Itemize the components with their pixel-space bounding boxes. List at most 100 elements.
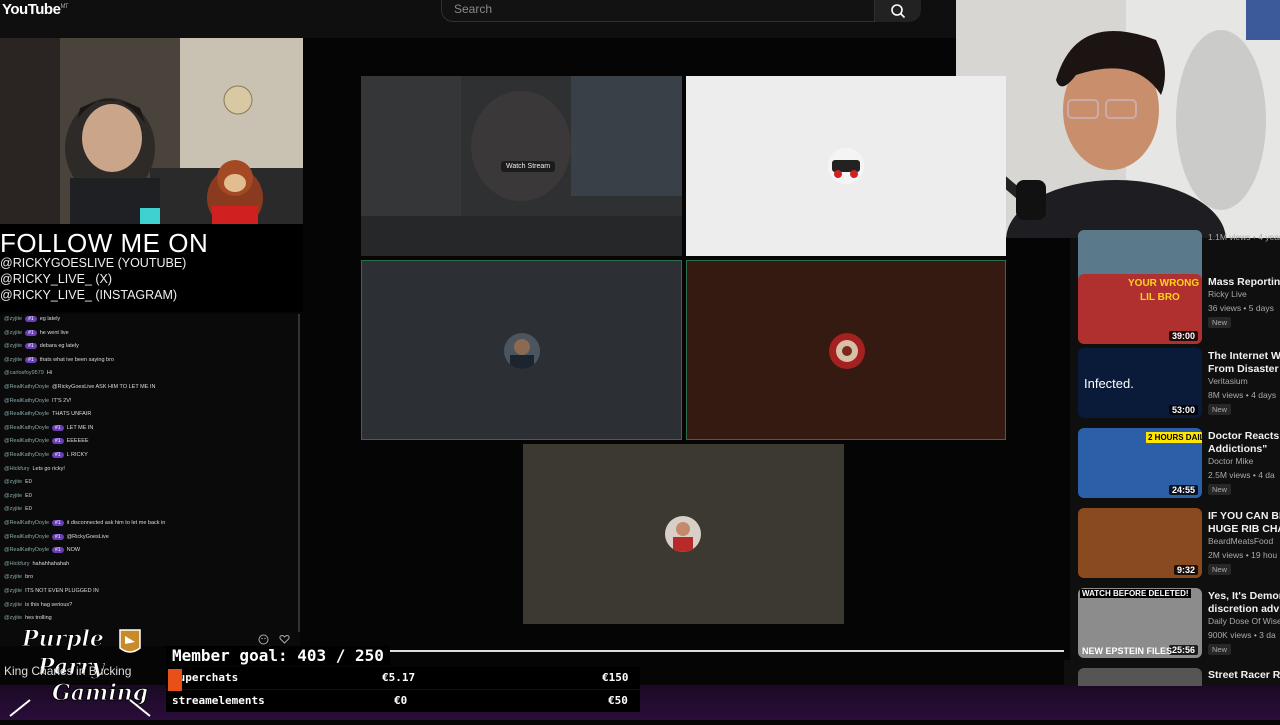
video-title[interactable]: Mass Reporting <box>1208 276 1280 289</box>
participant-avatar-2 <box>828 148 864 184</box>
streamer-webcam-left <box>0 38 303 224</box>
video-title[interactable]: HUGE RIB CHA <box>1208 523 1280 536</box>
member-goal: Member goal: 403 / 250 <box>166 646 390 665</box>
chat-text: THATS UNFAIR <box>52 411 92 418</box>
streamelements-label: streamelements <box>172 694 265 707</box>
chat-username[interactable]: @zyjite <box>4 330 22 336</box>
participant-avatar-5 <box>665 516 701 552</box>
video-duration: 9:32 <box>1173 565 1198 575</box>
member-badge: #1 <box>52 520 64 526</box>
video-thumbnail-3[interactable]: 53:00 Infected. <box>1078 348 1202 418</box>
video-duration: 53:00 <box>1168 405 1198 415</box>
chat-username[interactable]: @RealKathyDoyle <box>4 452 49 458</box>
watch-stream-label[interactable]: Watch Stream <box>501 161 556 172</box>
chat-username[interactable]: @carlosfoy9579 <box>4 370 44 376</box>
sidebar-last-item[interactable]: Street Racer Re <box>1064 660 1280 686</box>
participant-tile-5[interactable] <box>523 444 844 624</box>
youtube-header: YouTubeMT Search <box>0 0 956 38</box>
member-badge: #1 <box>52 452 64 458</box>
video-duration: 24:55 <box>1168 485 1198 495</box>
chat-username[interactable]: @zyjite <box>4 506 22 512</box>
live-chat[interactable]: @zyjite #1 eg lately @zyjite #1 he went live @… <box>0 314 300 632</box>
participant-tile-2[interactable] <box>686 76 1006 256</box>
member-badge: #1 <box>52 533 64 540</box>
webcam-left-scene <box>0 38 303 224</box>
video-title[interactable]: From Disaster a <box>1208 363 1280 376</box>
handle-x: @RICKY_LIVE_ (X) <box>0 272 113 286</box>
participant-tile-stream[interactable]: Watch Stream <box>361 76 682 256</box>
chat-message: @zyjite ITS NOT EVEN PLUGGED IN <box>4 588 99 594</box>
chat-text: it disconnected ask him to let me back i… <box>66 520 166 526</box>
video-thumbnail-7[interactable] <box>1078 668 1202 686</box>
chat-username[interactable]: @RealKathyDoyle <box>4 547 49 553</box>
chat-message: @RealKathyDoyle IT'S 2V! <box>4 398 71 404</box>
chat-message: @Hickfury Lets go ricky! <box>4 466 65 472</box>
video-thumbnail-2[interactable]: 39:00 YOUR WRONG LIL BRO <box>1078 274 1202 344</box>
chat-username[interactable]: @RealKathyDoyle <box>4 425 49 431</box>
emoji-icon[interactable] <box>258 634 269 645</box>
chat-text: LET ME IN <box>66 424 94 431</box>
video-title-7[interactable]: Street Racer Re <box>1208 669 1280 682</box>
chat-username[interactable]: @RealKathyDoyle <box>4 398 49 404</box>
superchats-row: superchats €5.17 €150 <box>166 667 640 689</box>
youtube-logo[interactable]: YouTubeMT <box>2 1 69 18</box>
chat-message: @zyjite #1 eg lately <box>4 316 60 322</box>
chat-username[interactable]: @zyjite <box>4 357 22 363</box>
new-badge: New <box>1208 484 1232 495</box>
chat-username[interactable]: @zyjite <box>4 588 22 594</box>
video-thumbnail-6[interactable]: 25:56 WATCH BEFORE DELETED! NEW EPSTEIN FI… <box>1078 588 1202 658</box>
superchats-current: €5.17 <box>382 671 416 684</box>
thumb-text: 2 HOURS DAILY <box>1146 432 1202 443</box>
chat-username[interactable]: @RealKathyDoyle <box>4 384 49 390</box>
video-channel: Daily Dose Of Wise <box>1208 616 1280 626</box>
chat-username[interactable]: @zyjite <box>4 343 22 349</box>
chat-username[interactable]: @RealKathyDoyle <box>4 520 49 526</box>
participant-tile-4[interactable] <box>686 260 1006 440</box>
chat-message: @zyjite is this hag serious? <box>4 602 72 608</box>
chat-username[interactable]: @Hickfury <box>4 561 29 567</box>
video-title[interactable]: Doctor Reacts T <box>1208 430 1280 443</box>
heart-icon[interactable] <box>279 634 290 645</box>
chat-text: E0 <box>25 479 32 486</box>
video-duration: 25:56 <box>1168 645 1198 655</box>
video-thumbnail-5[interactable]: 9:32 <box>1078 508 1202 578</box>
search-button[interactable] <box>875 0 921 22</box>
chat-username[interactable]: @zyjite <box>4 493 22 499</box>
chat-username[interactable]: @RealKathyDoyle <box>4 411 49 417</box>
thumb-text: YOUR WRONG <box>1128 278 1200 289</box>
chat-username[interactable]: @RealKathyDoyle <box>4 534 49 540</box>
search-input[interactable]: Search <box>441 0 875 22</box>
video-title[interactable]: Yes, It's Demon <box>1208 590 1280 603</box>
chat-username[interactable]: @zyjite <box>4 316 22 322</box>
chat-username[interactable]: @zyjite <box>4 574 22 580</box>
chat-message: @RealKathyDoyle #1 L RICKY <box>4 452 88 458</box>
chat-text: E0 <box>25 506 32 513</box>
chat-username[interactable]: @zyjite <box>4 602 22 608</box>
chat-message: @zyjite #1 debara eg lately <box>4 343 79 350</box>
streamelements-row: streamelements €0 €50 <box>166 690 640 712</box>
chat-text: thats what ive been saying bro <box>39 356 114 363</box>
video-title[interactable]: IF YOU CAN BE <box>1208 510 1280 523</box>
chat-text: IT'S 2V! <box>52 397 72 404</box>
video-title[interactable]: The Internet Wa <box>1208 350 1280 363</box>
video-thumbnail-4[interactable]: 24:55 2 HOURS DAILY <box>1078 428 1202 498</box>
video-title[interactable]: Addictions" <box>1208 443 1267 456</box>
chat-text: ITS NOT EVEN PLUGGED IN <box>25 588 99 594</box>
chat-text: bro <box>25 574 34 581</box>
chat-message: @RealKathyDoyle THATS UNFAIR <box>4 411 91 417</box>
video-title[interactable]: discretion advis <box>1208 603 1280 616</box>
chat-username[interactable]: @Hickfury <box>4 466 29 472</box>
youtube-logo-text: YouTube <box>2 1 61 18</box>
member-badge: #1 <box>25 316 37 322</box>
chat-message: @zyjite #1 he went live <box>4 329 69 336</box>
chat-message: @RealKathyDoyle #1 it disconnected ask him… <box>4 520 165 526</box>
handle-instagram: @RICKY_LIVE_ (INSTAGRAM) <box>0 288 178 302</box>
participant-tile-3[interactable] <box>361 260 682 440</box>
chat-username[interactable]: @zyjite <box>4 479 22 485</box>
chat-text: is this hag serious? <box>25 601 73 608</box>
superchats-target: €150 <box>602 671 629 684</box>
chat-text: NOW <box>66 547 81 554</box>
new-badge: New <box>1208 404 1232 415</box>
chat-username[interactable]: @RealKathyDoyle <box>4 438 49 444</box>
video-channel: Veritasium <box>1208 376 1248 386</box>
